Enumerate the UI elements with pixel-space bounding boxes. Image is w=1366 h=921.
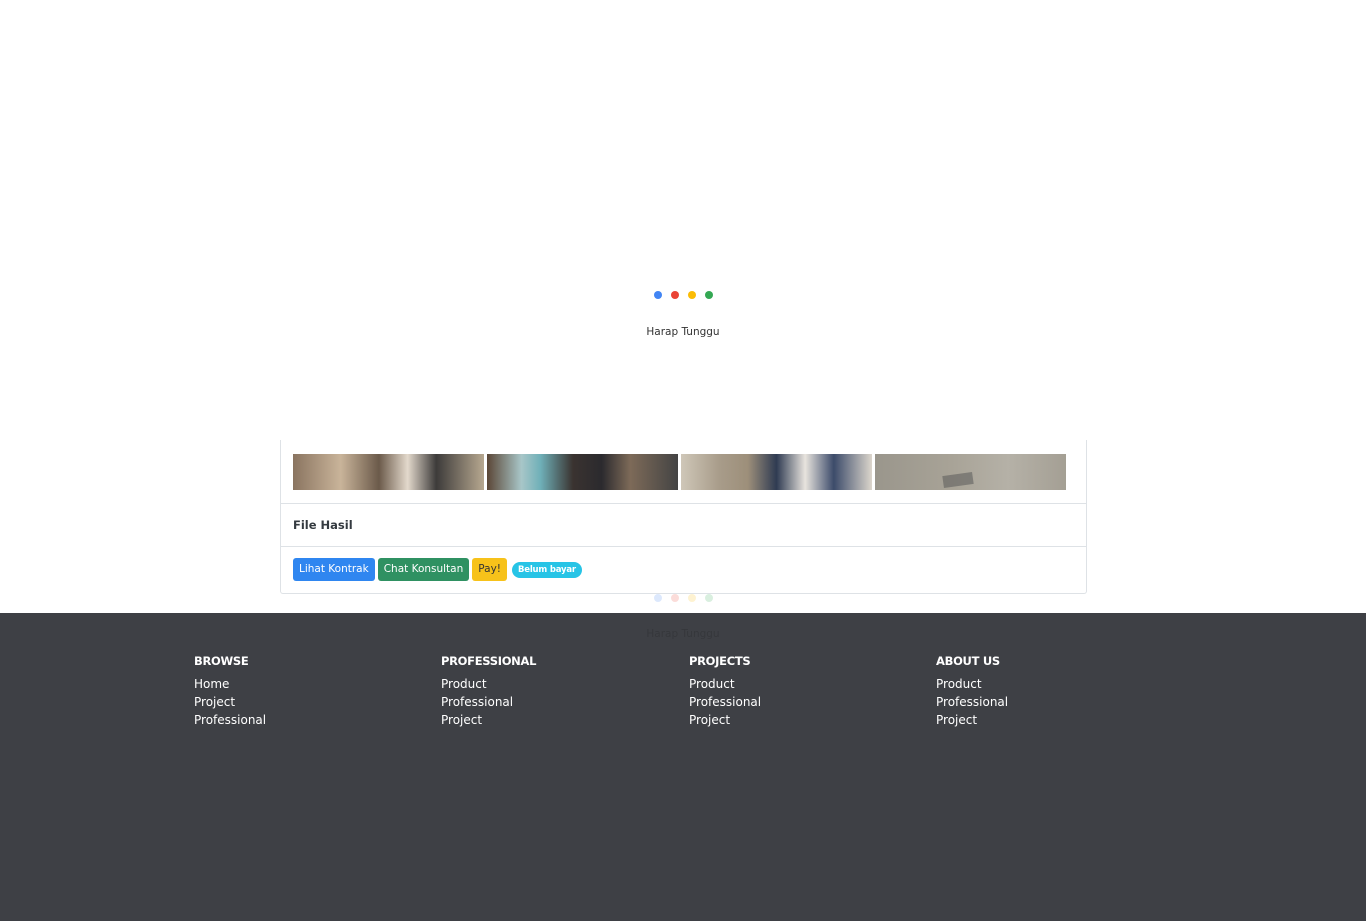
divider <box>281 546 1086 547</box>
loading-dot-yellow <box>687 291 696 299</box>
loading-dot-green <box>704 594 713 602</box>
card-actions: Lihat Kontrak Chat Konsultan Pay! Belum … <box>293 558 582 581</box>
footer-link-product[interactable]: Product <box>689 675 761 693</box>
loading-dot-blue <box>653 594 662 602</box>
footer-link-project[interactable]: Project <box>936 711 1008 729</box>
gallery-photo[interactable] <box>681 454 872 490</box>
footer-column-professional: PROFESSIONAL Product Professional Projec… <box>441 654 536 729</box>
gallery-photo[interactable] <box>875 454 1066 490</box>
footer-link-professional[interactable]: Professional <box>936 693 1008 711</box>
footer-link-product[interactable]: Product <box>936 675 1008 693</box>
loading-indicator-faded: Harap Tunggu <box>0 594 1366 640</box>
loading-dot-yellow <box>687 594 696 602</box>
payment-status-badge: Belum bayar <box>512 561 582 578</box>
loading-dot-green <box>704 291 713 299</box>
file-result-title: File Hasil <box>293 518 353 532</box>
footer-column-title: BROWSE <box>194 654 249 668</box>
footer-link-project[interactable]: Project <box>194 693 266 711</box>
footer-column-title: ABOUT US <box>936 654 1000 668</box>
footer-column-browse: BROWSE Home Project Professional <box>194 654 266 729</box>
project-card: File Hasil Lihat Kontrak Chat Konsultan … <box>280 440 1087 594</box>
footer: BROWSE Home Project Professional PROFESS… <box>0 613 1366 921</box>
pay-button[interactable]: Pay! <box>472 558 507 581</box>
footer-link-professional[interactable]: Professional <box>689 693 761 711</box>
footer-link-project[interactable]: Project <box>441 711 536 729</box>
photo-gallery <box>293 454 1066 490</box>
footer-link-product[interactable]: Product <box>441 675 536 693</box>
loading-indicator: Harap Tunggu <box>0 291 1366 338</box>
footer-column-about-us: ABOUT US Product Professional Project <box>936 654 1008 729</box>
page: Harap Tunggu File Hasil Lihat Kontrak Ch… <box>0 0 1366 921</box>
loading-dot-red <box>670 594 679 602</box>
chat-consultant-button[interactable]: Chat Konsultan <box>377 558 470 581</box>
gallery-photo[interactable] <box>293 454 484 490</box>
view-contract-button[interactable]: Lihat Kontrak <box>293 558 375 581</box>
footer-link-professional[interactable]: Professional <box>194 711 266 729</box>
loading-dots <box>0 291 1366 299</box>
footer-column-title: PROJECTS <box>689 654 751 668</box>
loading-text: Harap Tunggu <box>646 628 720 640</box>
footer-link-home[interactable]: Home <box>194 675 266 693</box>
loading-text: Harap Tunggu <box>646 326 720 338</box>
footer-column-projects: PROJECTS Product Professional Project <box>689 654 761 729</box>
footer-link-project[interactable]: Project <box>689 711 761 729</box>
loading-dots <box>0 594 1366 602</box>
loading-dot-blue <box>653 291 662 299</box>
gallery-photo[interactable] <box>487 454 678 490</box>
footer-link-professional[interactable]: Professional <box>441 693 536 711</box>
divider <box>281 503 1086 504</box>
footer-column-title: PROFESSIONAL <box>441 654 537 668</box>
loading-dot-red <box>670 291 679 299</box>
